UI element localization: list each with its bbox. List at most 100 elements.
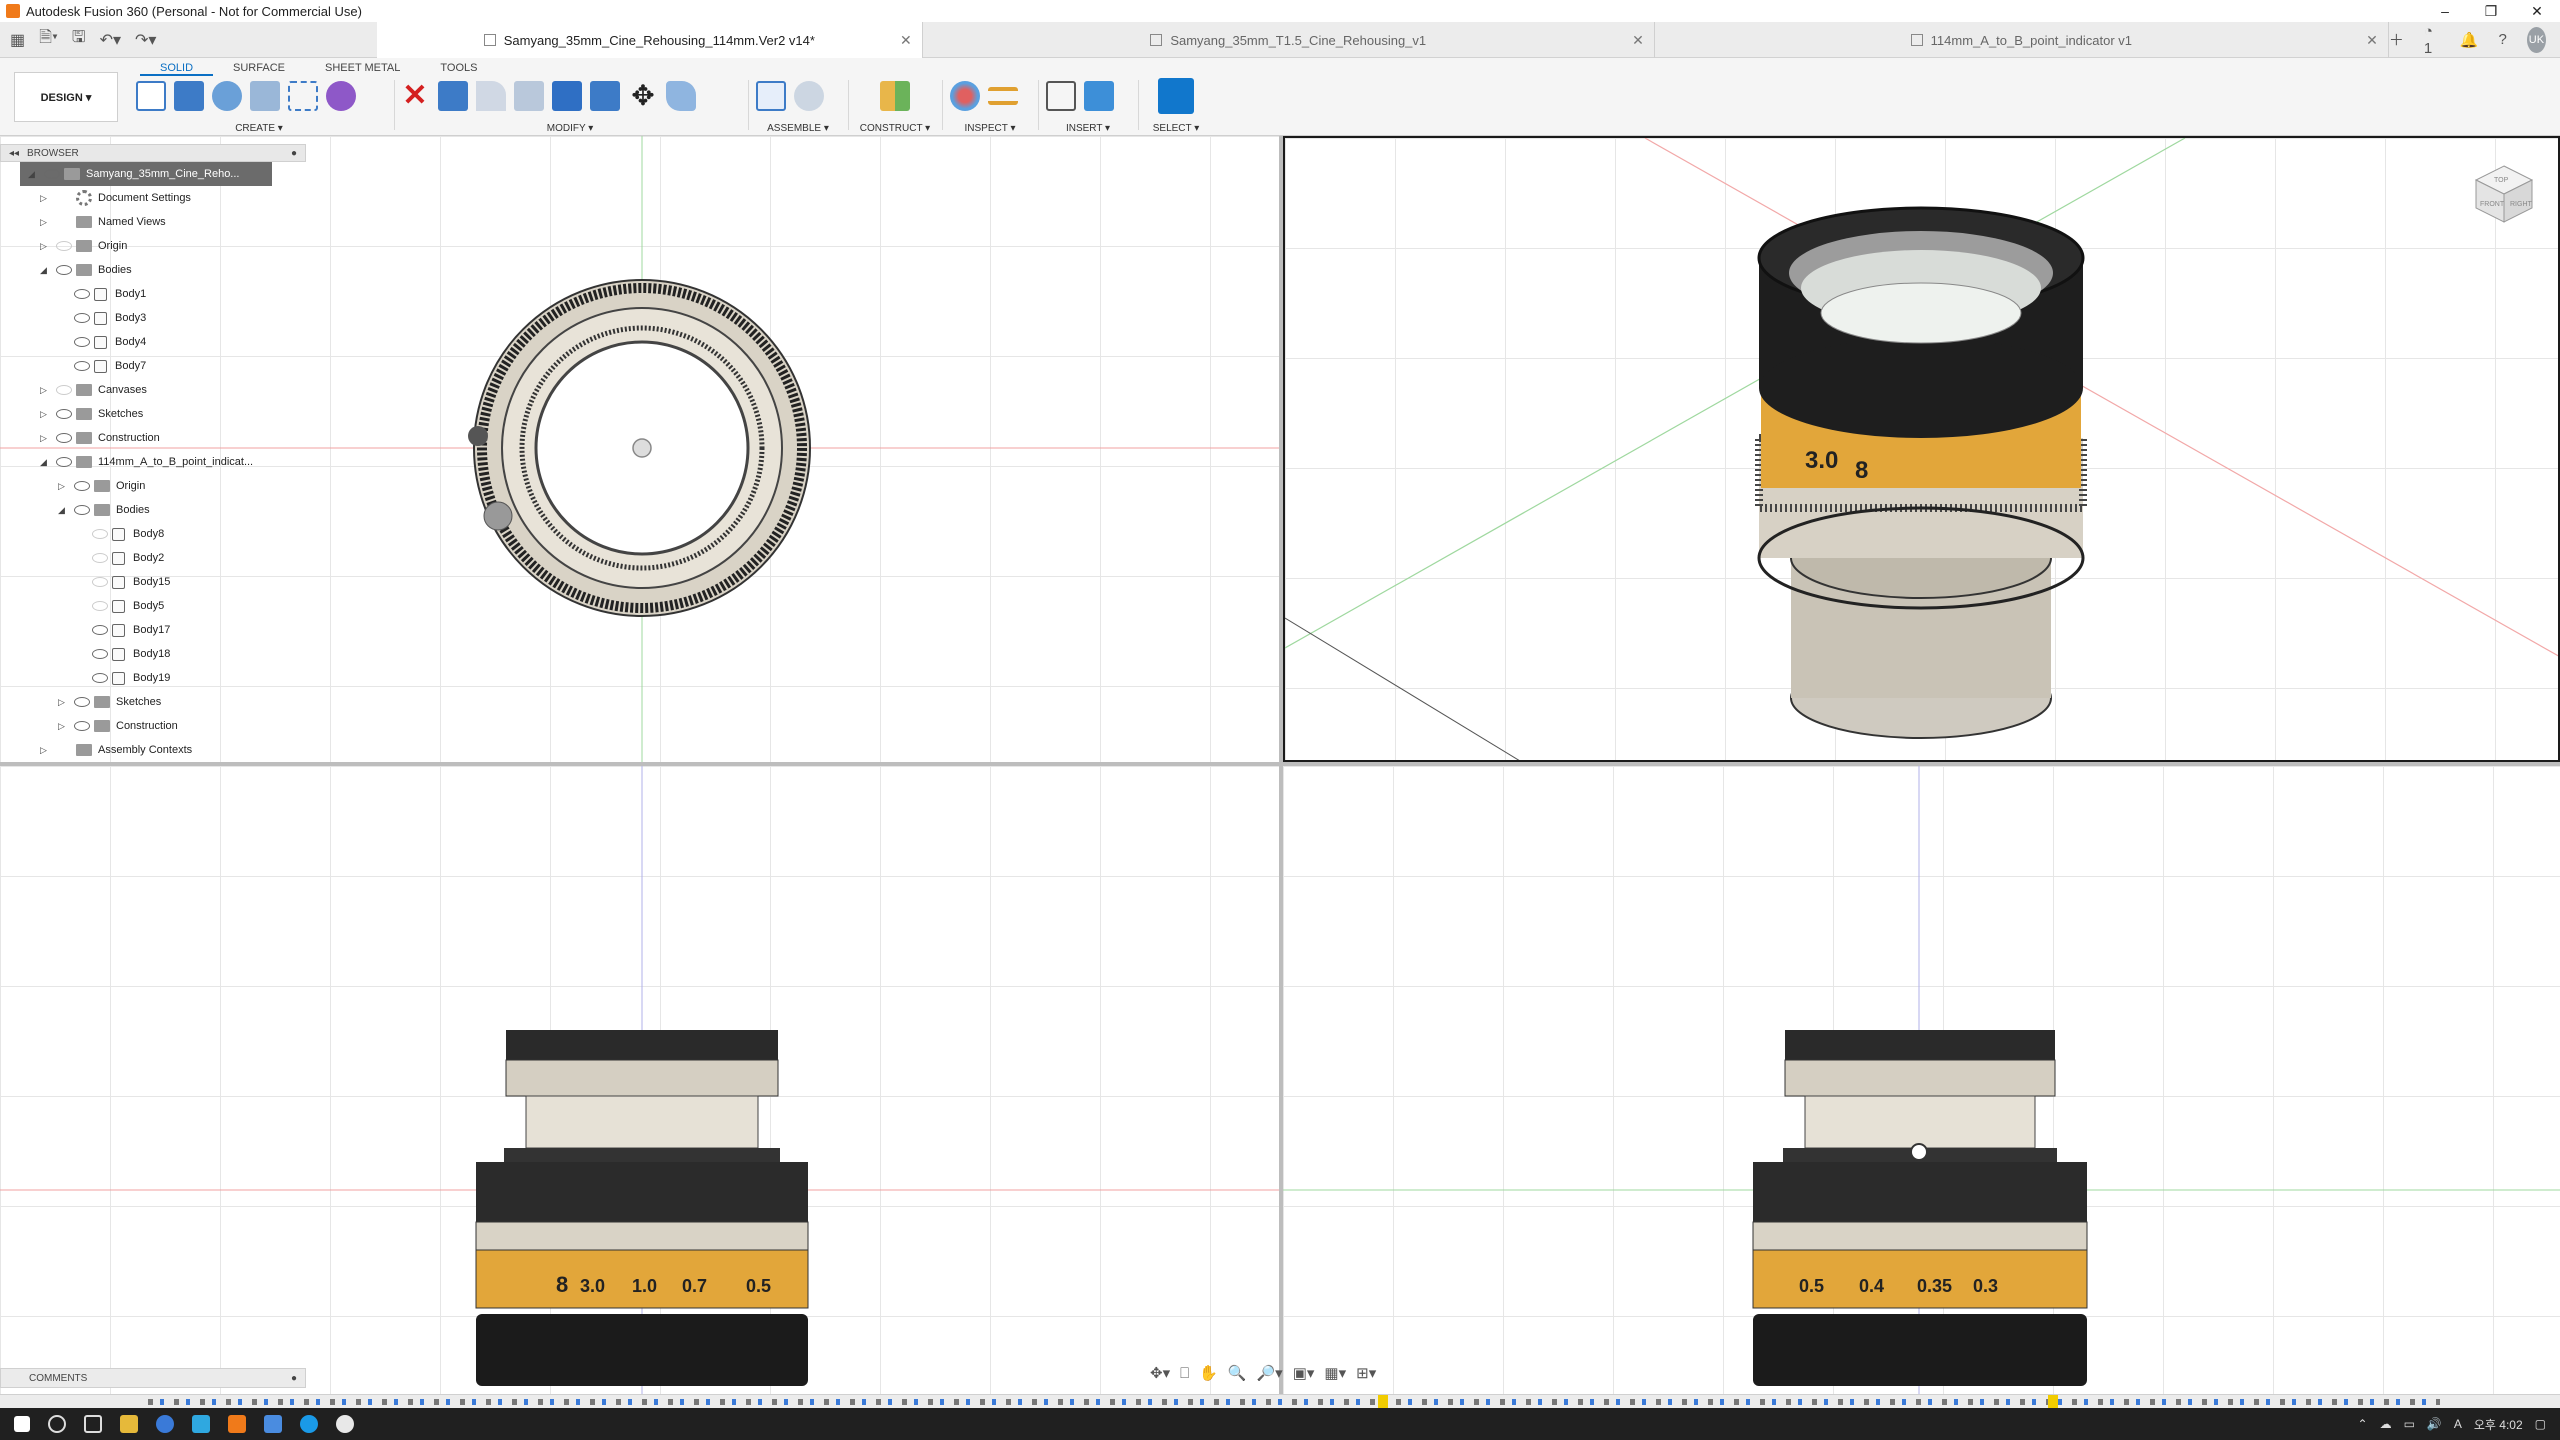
expand-arrow-icon[interactable]: ▷ [58,721,70,732]
chamfer-icon[interactable] [514,81,544,111]
browser-item[interactable]: ▷ Sketches [0,690,306,714]
browser-item[interactable]: Body18 [0,642,306,666]
volume-icon[interactable]: 🔊 [2427,1417,2442,1431]
sweep-icon[interactable] [250,81,280,111]
fillet-icon[interactable] [476,81,506,111]
close-tab-icon[interactable]: ✕ [1632,32,1644,49]
viewport-splitter-vertical[interactable] [1279,136,1283,1394]
close-tab-icon[interactable]: ✕ [900,32,912,49]
expand-arrow-icon[interactable]: ▷ [40,409,52,420]
construct-menu[interactable]: CONSTRUCT ▾ [856,123,934,134]
expand-arrow-icon[interactable]: ▷ [40,385,52,396]
extrude-icon[interactable] [174,81,204,111]
browser-item[interactable]: Body15 [0,570,306,594]
visibility-eye-icon[interactable] [74,337,90,347]
inspect-menu[interactable]: INSPECT ▾ [950,123,1030,134]
browser-item[interactable]: ▷ Origin [0,474,306,498]
file-explorer-icon[interactable] [120,1415,138,1433]
insert-canvas-icon[interactable] [1084,81,1114,111]
close-tab-icon[interactable]: ✕ [2366,32,2378,49]
offset-plane-icon[interactable] [880,81,910,111]
create-form-icon[interactable] [326,81,356,111]
tab-document-3[interactable]: 114mm_A_to_B_point_indicator v1 ✕ [1655,22,2389,58]
close-window-button[interactable]: ✕ [2514,0,2560,22]
avatar[interactable]: UK [2526,26,2547,53]
ime-icon[interactable]: A [2454,1417,2462,1431]
expand-arrow-icon[interactable]: ▷ [40,745,52,756]
browser-item[interactable]: ◢ Bodies [0,258,306,282]
canvas-viewport[interactable]: 3.0 8 TOP FRONT RIGHT 8 3.0 1.0 0.7 0.5 … [0,136,2560,1394]
edge-icon[interactable] [300,1415,318,1433]
chrome-icon[interactable] [336,1415,354,1433]
expand-arrow-icon[interactable]: ▷ [58,697,70,708]
timeline-marker[interactable] [2048,1395,2058,1409]
browser-item[interactable]: ▷ Sketches [0,402,306,426]
pin-icon[interactable]: ● [291,148,297,159]
browser-item[interactable]: Body8 [0,522,306,546]
expand-arrow-icon[interactable]: ▷ [40,433,52,444]
measure-icon[interactable] [988,87,1018,105]
task-view-icon[interactable] [84,1415,102,1433]
fusion-taskbar-icon[interactable] [228,1415,246,1433]
tab-document-active[interactable]: Samyang_35mm_Cine_Rehousing_114mm.Ver2 v… [377,22,923,58]
visibility-eye-icon[interactable] [74,481,90,491]
look-at-icon[interactable]: ⎕ [1180,1365,1189,1382]
modify-menu[interactable]: MODIFY ▾ [400,123,740,134]
grid-settings-icon[interactable]: ▦▾ [1324,1364,1346,1382]
visibility-eye-icon[interactable] [74,313,90,323]
tab-sheet-metal[interactable]: SHEET METAL [305,60,420,76]
visibility-eye-icon[interactable] [92,649,108,659]
workspace-switcher[interactable]: DESIGN ▾ [14,72,118,122]
display-settings-icon[interactable]: ▣▾ [1293,1364,1315,1382]
visibility-eye-icon[interactable] [92,577,108,587]
delete-icon[interactable]: ✕ [400,81,430,111]
browser-item[interactable]: Body1 [0,282,306,306]
insert-derive-icon[interactable] [1046,81,1076,111]
create-sketch-icon[interactable] [136,81,166,111]
insert-menu[interactable]: INSERT ▾ [1046,123,1130,134]
timeline-track[interactable] [148,1399,2440,1405]
timeline-marker[interactable] [1378,1395,1388,1409]
tab-tools[interactable]: TOOLS [420,60,497,76]
save-icon[interactable]: 🖫 [72,26,86,53]
browser-item[interactable]: ◢ 114mm_A_to_B_point_indicat... [0,450,306,474]
browser-item[interactable]: ▷ Document Settings [0,186,306,210]
browser-item[interactable]: Body5 [0,594,306,618]
revolve-icon[interactable] [212,81,242,111]
expand-arrow-icon[interactable]: ▷ [58,481,70,492]
browser-item[interactable]: ▷ Construction [0,426,306,450]
app-icon[interactable] [264,1415,282,1433]
job-status-icon[interactable]: ◔ 1 [2424,23,2440,57]
select-cursor-icon[interactable] [1158,78,1194,114]
expand-arrow-icon[interactable]: ◢ [40,265,52,276]
visibility-eye-icon[interactable] [74,505,90,515]
browser-item[interactable]: Body19 [0,666,306,690]
zoom-icon[interactable]: 🔍 [1228,1364,1247,1382]
visibility-eye-icon[interactable] [56,385,72,395]
viewports-icon[interactable]: ⊞▾ [1356,1364,1376,1382]
expand-arrow-icon[interactable]: ◢ [40,457,52,468]
viewport-side-view[interactable]: 0.5 0.4 0.35 0.3 [1283,766,2560,1394]
browser-item[interactable]: Body3 [0,306,306,330]
visibility-eye-icon[interactable] [74,361,90,371]
expand-arrow-icon[interactable]: ▷ [40,241,52,252]
network-icon[interactable]: ▭ [2404,1417,2415,1431]
press-pull-icon[interactable] [438,81,468,111]
browser-item[interactable]: ▷ Construction [0,714,306,738]
visibility-eye-icon[interactable] [56,241,72,251]
pan-icon[interactable]: ✋ [1199,1364,1218,1382]
joint-icon[interactable] [794,81,824,111]
combine-icon[interactable] [590,81,620,111]
pattern-icon[interactable] [288,81,318,111]
browser-item[interactable]: ▷ Canvases [0,378,306,402]
assemble-menu[interactable]: ASSEMBLE ▾ [756,123,840,134]
pin-icon[interactable]: ● [291,1373,297,1384]
tab-surface[interactable]: SURFACE [213,60,305,76]
file-menu-icon[interactable]: 🗎▾ [39,26,58,53]
visibility-eye-icon[interactable] [74,289,90,299]
clock[interactable]: 오후 4:02 [2474,1416,2523,1433]
browser-item[interactable]: ◢ Samyang_35mm_Cine_Reho... [20,162,272,186]
tray-chevron-icon[interactable]: ⌃ [2358,1417,2368,1431]
visibility-eye-icon[interactable] [92,553,108,563]
visibility-eye-icon[interactable] [44,169,60,179]
